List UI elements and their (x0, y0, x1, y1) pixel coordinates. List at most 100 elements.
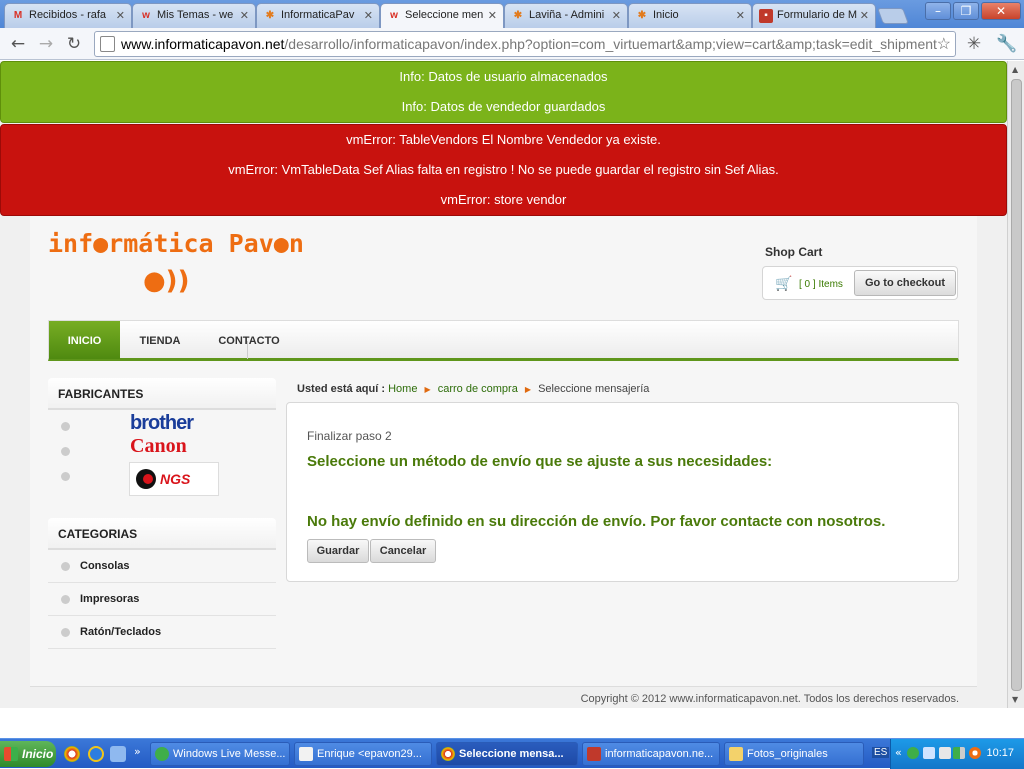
minimize-button[interactable]: – (925, 2, 951, 20)
breadcrumb-home[interactable]: Home (388, 383, 417, 395)
fabricantes-list: brother Canon NGS (48, 412, 276, 498)
ie-icon[interactable] (88, 746, 104, 762)
info-message: Info: Datos de usuario almacenados (399, 69, 608, 84)
category-item-consolas[interactable]: Consolas (48, 550, 276, 583)
brand-brother[interactable]: brother (130, 412, 194, 435)
bullet-icon (61, 628, 70, 637)
tab-seleccione[interactable]: w Seleccione men ✕ (380, 3, 504, 28)
wrench-icon[interactable]: 🔧 (996, 34, 1017, 54)
new-tab-button[interactable] (877, 8, 909, 24)
tab-formulario[interactable]: ▪ Formulario de M ✕ (752, 3, 876, 28)
joomla-icon: ✱ (265, 10, 275, 21)
scroll-up-icon[interactable]: ▲ (1012, 65, 1018, 74)
messenger-tray-icon[interactable] (907, 747, 919, 759)
reload-icon[interactable]: ↻ (64, 34, 84, 54)
extension-bug-icon[interactable]: ✳ (964, 34, 984, 54)
checkout-button[interactable]: Go to checkout (854, 270, 956, 296)
cart-title: Shop Cart (765, 245, 823, 259)
breadcrumb-current: Seleccione mensajería (538, 383, 650, 395)
nav-inicio[interactable]: INICIO (49, 321, 120, 359)
brand-canon[interactable]: Canon (130, 435, 187, 458)
scroll-down-icon[interactable]: ▼ (1012, 695, 1018, 704)
nav-tienda[interactable]: TIENDA (127, 321, 193, 359)
joomla-icon: ✱ (513, 10, 523, 21)
messenger-icon (155, 747, 169, 761)
save-button[interactable]: Guardar (307, 539, 369, 563)
checkout-step: Finalizar paso 2 (307, 429, 392, 443)
close-icon[interactable]: ✕ (612, 9, 621, 22)
taskbar: Inicio » Windows Live Messe... Enrique <… (0, 738, 1024, 769)
info-messages: Info: Datos de usuario almacenados Info:… (0, 61, 1007, 123)
breadcrumb-cart[interactable]: carro de compra (438, 383, 518, 395)
tray-expand-icon[interactable]: « (895, 746, 902, 759)
nav-contacto[interactable]: CONTACTO (209, 321, 289, 359)
w-logo-icon: w (390, 10, 398, 21)
windows-flag-icon (4, 747, 18, 761)
clock[interactable]: 10:17 (986, 747, 1014, 759)
cart-items[interactable]: [ 0 ] Items (799, 279, 843, 290)
main-nav: INICIO TIENDA CONTACTO (48, 320, 959, 361)
task-chrome[interactable]: Seleccione mensa... (436, 742, 578, 766)
error-message: vmError: TableVendors El Nombre Vendedor… (346, 132, 661, 147)
breadcrumb: Usted está aquí : Home ▶ carro de compra… (297, 383, 650, 395)
close-icon[interactable]: ✕ (860, 9, 869, 22)
logo-waves: ●)) (143, 266, 190, 296)
start-button[interactable]: Inicio (0, 741, 56, 767)
task-mail[interactable]: Enrique <epavon29... (294, 742, 432, 766)
language-indicator[interactable]: ES (872, 747, 890, 758)
bookmark-star-icon[interactable]: ☆ (937, 34, 951, 54)
category-item-impresoras[interactable]: Impresoras (48, 583, 276, 616)
task-messenger[interactable]: Windows Live Messe... (150, 742, 290, 766)
cart-box: 🛒 [ 0 ] Items Go to checkout (762, 266, 958, 300)
show-desktop-icon[interactable] (110, 746, 126, 762)
forward-icon[interactable]: → (36, 34, 56, 54)
page-icon (100, 36, 115, 52)
tab-mis-temas[interactable]: w Mis Temas - we ✕ (132, 3, 256, 28)
page-viewport: Info: Datos de usuario almacenados Info:… (0, 61, 1007, 708)
chrome-icon (441, 747, 455, 761)
bullet-icon (61, 447, 70, 456)
network-icon[interactable] (923, 747, 935, 759)
close-icon[interactable]: ✕ (736, 9, 745, 22)
shipment-heading: Seleccione un método de envío que se aju… (307, 453, 773, 470)
bullet-icon (61, 595, 70, 604)
scrollbar-thumb[interactable] (1011, 79, 1022, 691)
bullet-icon (61, 562, 70, 571)
brand-ngs[interactable]: NGS (129, 462, 219, 496)
signal-icon[interactable] (953, 747, 965, 759)
back-icon[interactable]: ← (8, 34, 28, 54)
close-icon[interactable]: ✕ (240, 9, 249, 22)
no-shipment-notice: No hay envío definido en su dirección de… (307, 513, 886, 530)
bullet-icon (61, 472, 70, 481)
site-logo[interactable]: inf●rmática Pav●n (48, 229, 304, 258)
address-bar[interactable]: www.informaticapavon.net/desarrollo/info… (94, 31, 956, 57)
tab-gmail[interactable]: M Recibidos - rafa ✕ (4, 3, 132, 28)
tab-inicio[interactable]: ✱ Inicio ✕ (628, 3, 752, 28)
task-folder[interactable]: Fotos_originales (724, 742, 864, 766)
close-icon[interactable]: ✕ (364, 9, 373, 22)
breadcrumb-arrow-icon: ▶ (524, 385, 532, 394)
maximize-button[interactable]: ❐ (953, 2, 979, 20)
error-message: vmError: VmTableData Sef Alias falta en … (228, 162, 779, 177)
error-messages: vmError: TableVendors El Nombre Vendedor… (0, 124, 1007, 216)
gmail-icon: M (13, 10, 23, 21)
category-item-raton-teclados[interactable]: Ratón/Teclados (48, 616, 276, 649)
shipment-panel: Finalizar paso 2 Seleccione un método de… (286, 402, 959, 582)
close-window-button[interactable]: ✕ (981, 2, 1021, 20)
task-filezilla[interactable]: informaticapavon.ne... (582, 742, 720, 766)
tab-lavina[interactable]: ✱ Laviña - Admini ✕ (504, 3, 628, 28)
close-icon[interactable]: ✕ (116, 9, 125, 22)
vertical-scrollbar[interactable]: ▲ ▼ (1007, 61, 1024, 708)
error-message: vmError: store vendor (440, 192, 567, 207)
volume-icon[interactable] (939, 747, 951, 759)
quicklaunch-more-icon[interactable]: » (134, 745, 141, 758)
app-tray-icon[interactable] (969, 747, 981, 759)
form-icon: ▪ (759, 9, 773, 23)
cancel-button[interactable]: Cancelar (370, 539, 436, 563)
tab-informaticapav[interactable]: ✱ InformaticaPav ✕ (256, 3, 380, 28)
close-icon[interactable]: ✕ (488, 9, 497, 22)
browser-toolbar: ← → ↻ www.informaticapavon.net/desarroll… (0, 28, 1024, 60)
browser-window: M Recibidos - rafa ✕ w Mis Temas - we ✕ … (0, 0, 1024, 769)
chrome-icon[interactable] (64, 746, 80, 762)
mail-icon (299, 747, 313, 761)
